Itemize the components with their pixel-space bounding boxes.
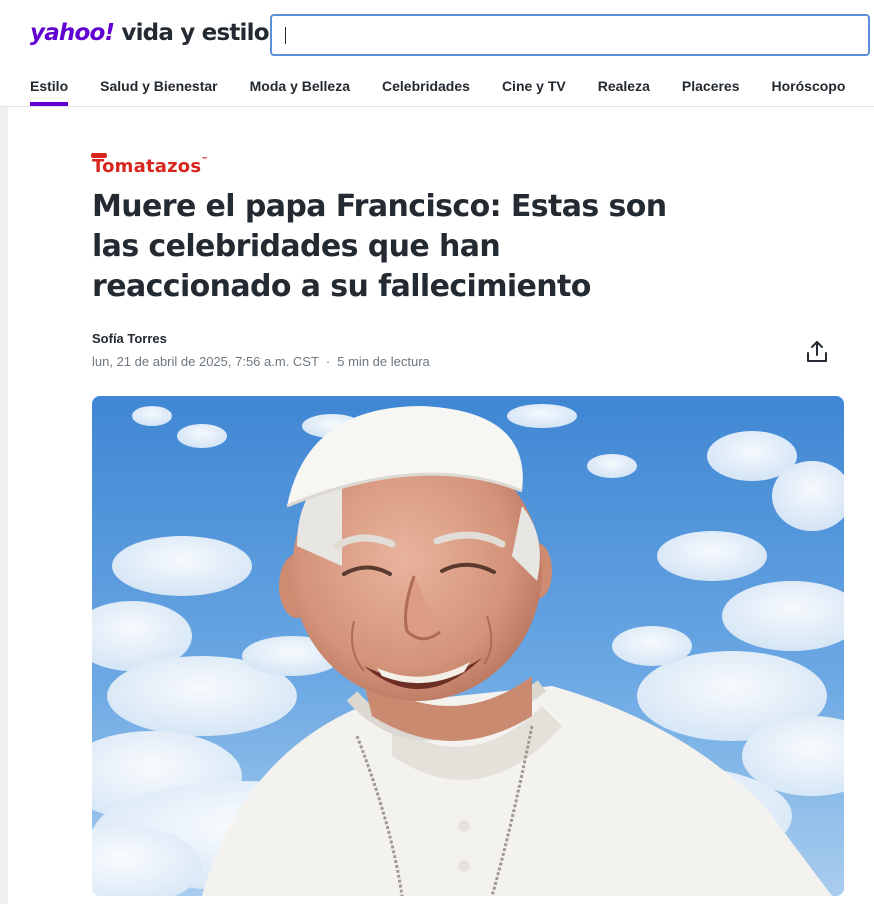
meta-separator: · xyxy=(325,354,331,369)
nav-item-salud-y-bienestar[interactable]: Salud y Bienestar xyxy=(100,78,218,106)
logo-section-name: vida y estilo xyxy=(121,20,269,46)
nav-item-realeza[interactable]: Realeza xyxy=(598,78,650,106)
section-nav: Estilo Salud y Bienestar Moda y Belleza … xyxy=(30,78,874,106)
tomatazos-source-logo[interactable]: Tomatazos™ xyxy=(91,153,208,177)
pope-francis-photo xyxy=(92,396,844,896)
source-logo-splat xyxy=(91,153,107,158)
hero-image[interactable] xyxy=(92,396,844,896)
nav-item-placeres[interactable]: Placeres xyxy=(682,78,740,106)
nav-item-estilo[interactable]: Estilo xyxy=(30,78,69,106)
publish-date: lun, 21 de abril de 2025, 7:56 a.m. CST xyxy=(92,354,319,369)
yahoo-brand: yahoo! xyxy=(30,20,115,46)
nav-item-moda-y-belleza[interactable]: Moda y Belleza xyxy=(250,78,350,106)
article-body: Tomatazos™ Muere el papa Francisco: Esta… xyxy=(8,107,874,904)
nav-item-celebridades[interactable]: Celebridades xyxy=(382,78,470,106)
article-meta: lun, 21 de abril de 2025, 7:56 a.m. CST ·… xyxy=(92,354,430,369)
site-header: yahoo! vida y estilo Estilo Salud y Bien… xyxy=(0,0,874,107)
text-cursor xyxy=(285,27,286,44)
share-icon xyxy=(807,341,827,362)
yahoo-vida-y-estilo-logo[interactable]: yahoo! vida y estilo xyxy=(30,20,270,46)
nav-item-cine-y-tv[interactable]: Cine y TV xyxy=(502,78,566,106)
share-button[interactable] xyxy=(804,339,830,365)
search-box[interactable] xyxy=(270,14,870,56)
author-name[interactable]: Sofía Torres xyxy=(92,331,167,346)
read-time: 5 min de lectura xyxy=(337,354,430,369)
search-input[interactable] xyxy=(272,16,868,54)
nav-item-horoscopo[interactable]: Horóscopo xyxy=(772,78,846,106)
article-title: Muere el papa Francisco: Estas son las c… xyxy=(92,189,667,304)
